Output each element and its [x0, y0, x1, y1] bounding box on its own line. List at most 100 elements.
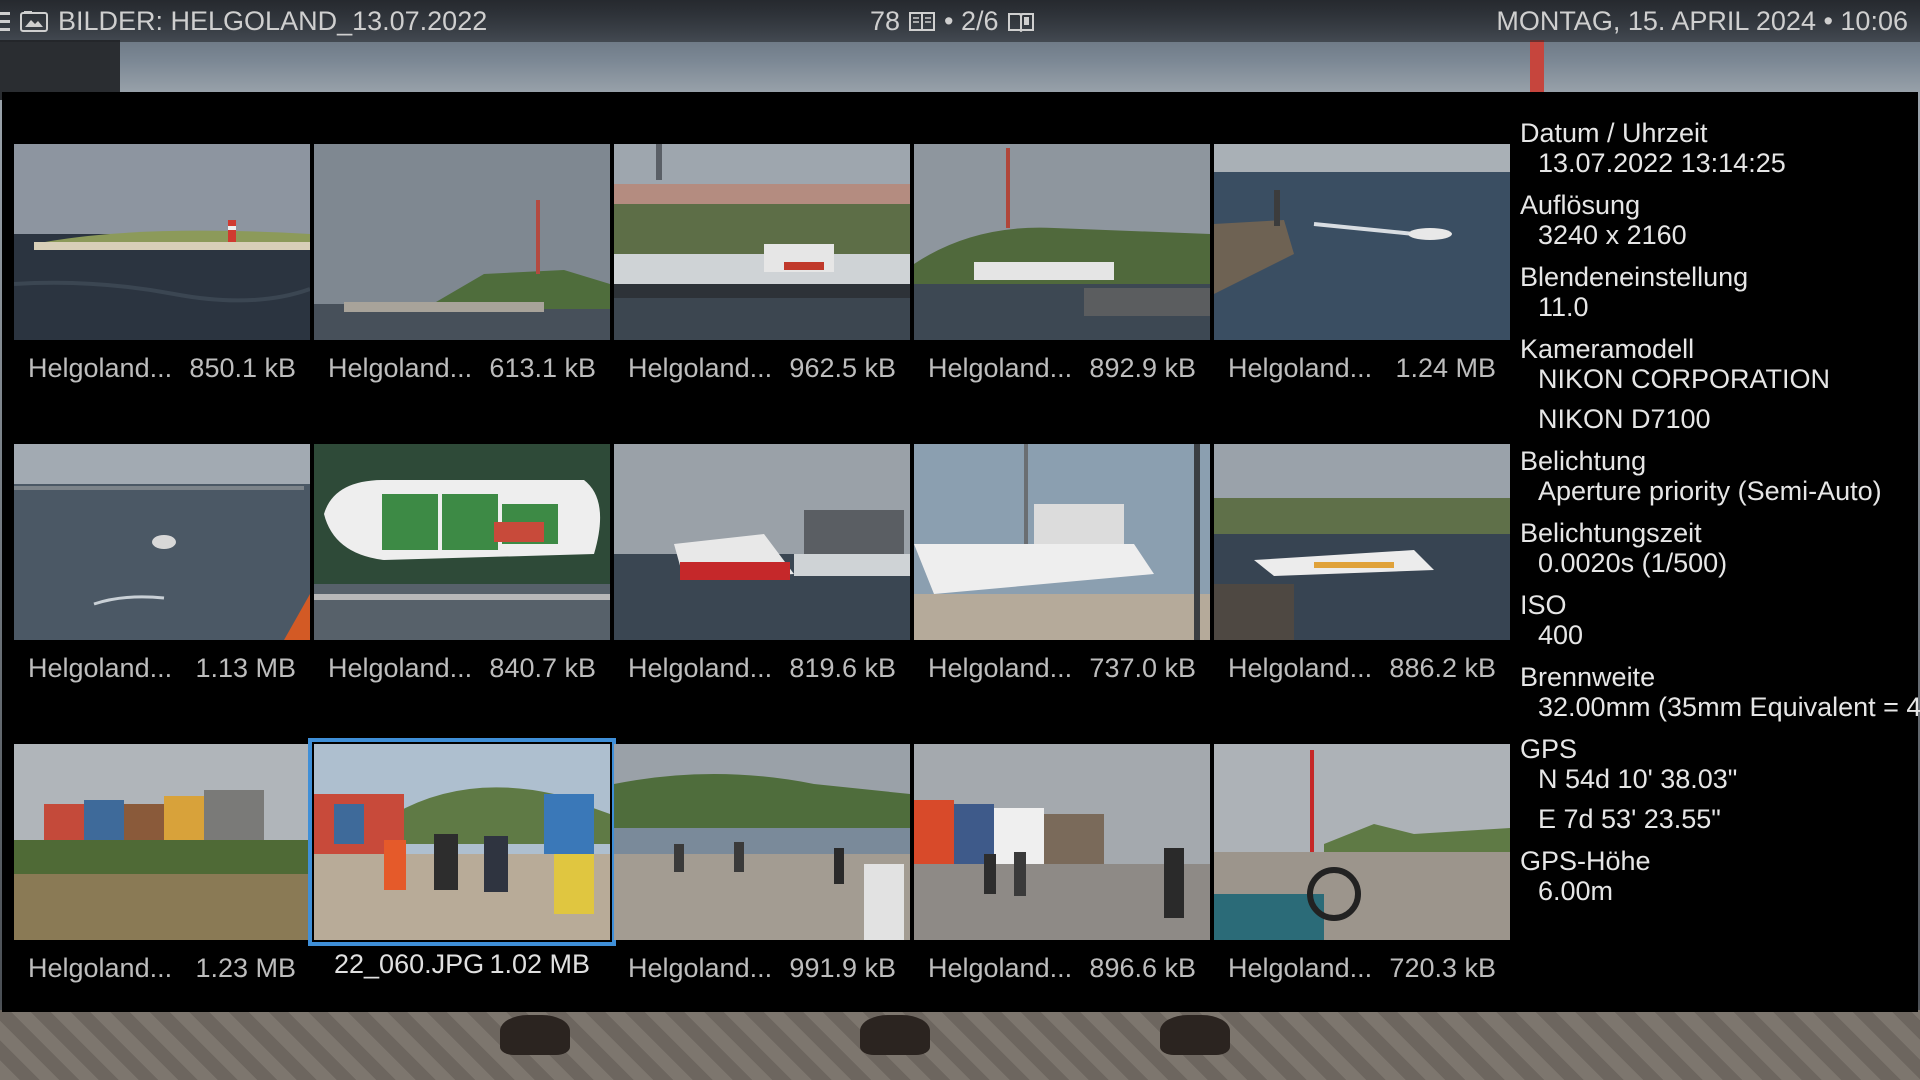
pictures-icon: [20, 11, 48, 32]
file-name: Helgoland...: [928, 952, 1073, 983]
thumbnail-caption: Helgoland... 1.23 MB: [14, 948, 310, 988]
thumbnail-tile[interactable]: Helgoland... 613.1 kB: [314, 144, 612, 424]
thumbnail-tile[interactable]: Helgoland... 991.9 kB: [614, 744, 912, 1024]
file-name: Helgoland...: [1228, 952, 1373, 983]
thumbnail-tile[interactable]: Helgoland... 840.7 kB: [314, 444, 612, 724]
file-name: Helgoland...: [28, 652, 173, 683]
file-name: Helgoland...: [28, 952, 173, 983]
thumbnail-caption: Helgoland... 840.7 kB: [314, 648, 610, 688]
thumbnail-image[interactable]: [1214, 744, 1510, 940]
date-time: MONTAG, 15. APRIL 2024 • 10:06: [1496, 5, 1908, 36]
menu-icon[interactable]: [0, 0, 14, 42]
thumbnail-tile[interactable]: Helgoland... 1.24 MB: [1214, 144, 1512, 424]
file-name: 22_060.JPG: [334, 948, 485, 979]
info-value: Aperture priority (Semi-Auto): [1538, 476, 1882, 506]
thumbnail-image[interactable]: [614, 444, 910, 640]
file-name: Helgoland...: [628, 352, 773, 383]
info-label: Belichtung: [1520, 446, 1647, 476]
file-name: Helgoland...: [628, 952, 773, 983]
info-camera: Kameramodell NIKON CORPORATION NIKON D71…: [1520, 334, 1920, 434]
top-bar: BILDER: HELGOLAND_13.07.2022 78 • 2/6 MO…: [0, 0, 1920, 42]
thumbnail-tile[interactable]: Helgoland... 850.1 kB: [14, 144, 312, 424]
thumbnail-tile[interactable]: Helgoland... 737.0 kB: [914, 444, 1212, 724]
thumbnail-image[interactable]: [314, 144, 610, 340]
thumbnail-image[interactable]: [914, 444, 1210, 640]
page-title: BILDER: HELGOLAND_13.07.2022: [58, 5, 488, 36]
thumbnail-tile-selected[interactable]: 22_060.JPG 1.02 MB: [308, 738, 616, 1024]
thumbnail-tile[interactable]: Helgoland... 720.3 kB: [1214, 744, 1512, 1024]
thumbnail-tile[interactable]: Helgoland... 886.2 kB: [1214, 444, 1512, 724]
info-aperture: Blendeneinstellung 11.0: [1520, 262, 1920, 322]
file-size: 819.6 kB: [789, 652, 896, 683]
file-name: Helgoland...: [328, 652, 473, 683]
file-name: Helgoland...: [1228, 352, 1373, 383]
thumbnail-tile[interactable]: Helgoland... 1.13 MB: [14, 444, 312, 724]
pages-icon: [1007, 13, 1034, 32]
info-label: Blendeneinstellung: [1520, 262, 1749, 292]
thumbnail-tile[interactable]: Helgoland... 962.5 kB: [614, 144, 912, 424]
file-size: 962.5 kB: [789, 352, 896, 383]
thumbnail-image[interactable]: [1214, 144, 1510, 340]
thumbnail-image[interactable]: [14, 444, 310, 640]
thumbnail-caption: Helgoland... 892.9 kB: [914, 348, 1210, 388]
thumbnail-caption: Helgoland... 850.1 kB: [14, 348, 310, 388]
info-label: Auflösung: [1520, 190, 1641, 220]
thumbnail-caption: Helgoland... 1.13 MB: [14, 648, 310, 688]
info-value: 11.0: [1538, 292, 1589, 322]
thumbnail-caption: Helgoland... 720.3 kB: [1214, 948, 1510, 988]
thumbnail-image[interactable]: [314, 444, 610, 640]
info-iso: ISO 400: [1520, 590, 1920, 650]
file-size: 896.6 kB: [1089, 952, 1196, 983]
thumbnail-image[interactable]: [614, 744, 910, 940]
info-value: 3240 x 2160: [1538, 220, 1687, 250]
file-name: Helgoland...: [1228, 652, 1373, 683]
background-building: [0, 40, 120, 100]
file-size: 1.24 MB: [1395, 352, 1496, 383]
file-size: 720.3 kB: [1389, 952, 1496, 983]
thumbnail-caption: Helgoland... 991.9 kB: [614, 948, 910, 988]
thumbnail-caption: Helgoland... 737.0 kB: [914, 648, 1210, 688]
info-gps-altitude: GPS-Höhe 6.00m: [1520, 846, 1920, 906]
info-value: 13.07.2022 13:14:25: [1538, 148, 1786, 178]
thumbnail-caption: Helgoland... 819.6 kB: [614, 648, 910, 688]
info-label: GPS: [1520, 734, 1578, 764]
info-datetime: Datum / Uhrzeit 13.07.2022 13:14:25: [1520, 118, 1920, 178]
thumbnail-tile[interactable]: Helgoland... 896.6 kB: [914, 744, 1212, 1024]
info-label: Brennweite: [1520, 662, 1656, 692]
info-label: GPS-Höhe: [1520, 846, 1651, 876]
info-focal-length: Brennweite 32.00mm (35mm Equivalent = 4: [1520, 662, 1920, 722]
info-label: Belichtungszeit: [1520, 518, 1702, 548]
info-value: N 54d 10' 38.03": [1538, 764, 1738, 794]
file-size: 886.2 kB: [1389, 652, 1496, 683]
thumbnail-image[interactable]: [914, 744, 1210, 940]
info-value: E 7d 53' 23.55": [1538, 804, 1721, 834]
info-label: Datum / Uhrzeit: [1520, 118, 1708, 148]
info-value: NIKON D7100: [1538, 404, 1711, 434]
info-value: 0.0020s (1/500): [1538, 548, 1728, 578]
thumbnail-caption: Helgoland... 962.5 kB: [614, 348, 910, 388]
thumbnail-caption: Helgoland... 886.2 kB: [1214, 648, 1510, 688]
file-size: 840.7 kB: [489, 652, 596, 683]
thumbnail-image[interactable]: [308, 738, 616, 946]
thumbnail-tile[interactable]: Helgoland... 892.9 kB: [914, 144, 1212, 424]
file-size: 613.1 kB: [489, 352, 596, 383]
page-indicator: • 2/6: [944, 5, 999, 36]
thumbnail-image[interactable]: [614, 144, 910, 340]
info-exposure: Belichtung Aperture priority (Semi-Auto): [1520, 446, 1920, 506]
image-info-panel: Datum / Uhrzeit 13.07.2022 13:14:25 Aufl…: [1520, 118, 1920, 918]
file-size: 991.9 kB: [789, 952, 896, 983]
info-gps: GPS N 54d 10' 38.03" E 7d 53' 23.55": [1520, 734, 1920, 834]
file-size: 850.1 kB: [189, 352, 296, 383]
thumbnail-caption: Helgoland... 896.6 kB: [914, 948, 1210, 988]
thumbnail-image[interactable]: [1214, 444, 1510, 640]
thumbnail-image[interactable]: [14, 144, 310, 340]
thumbnail-image[interactable]: [914, 144, 1210, 340]
info-value: NIKON CORPORATION: [1538, 364, 1831, 394]
thumbnail-image[interactable]: [14, 744, 310, 940]
thumbnail-tile[interactable]: Helgoland... 1.23 MB: [14, 744, 312, 1024]
thumbnail-panel: Helgoland... 850.1 kB Helgoland... 613.1…: [2, 92, 1920, 1012]
info-label: ISO: [1520, 590, 1567, 620]
file-name: Helgoland...: [628, 652, 773, 683]
thumbnail-tile[interactable]: Helgoland... 819.6 kB: [614, 444, 912, 724]
info-resolution: Auflösung 3240 x 2160: [1520, 190, 1920, 250]
